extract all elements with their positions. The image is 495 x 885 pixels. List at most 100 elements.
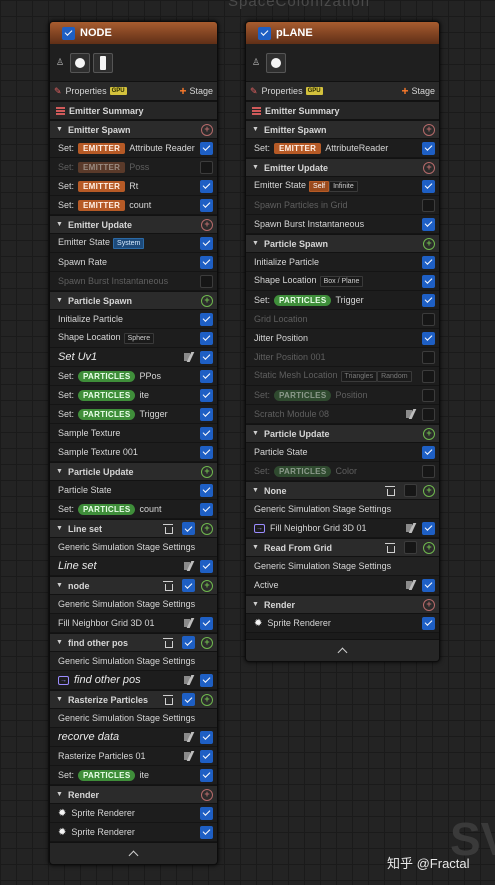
module-checkbox[interactable] [200, 160, 213, 174]
module-row[interactable]: Set: PARTICLES Position [246, 386, 439, 405]
module-row[interactable]: Shape Location Box / Plane [246, 272, 439, 291]
module-row[interactable]: Set: EMITTER Rt [50, 177, 217, 196]
module-checkbox[interactable] [200, 179, 213, 193]
renderer-checkbox[interactable] [200, 825, 213, 839]
add-renderer-button[interactable]: + [423, 598, 435, 611]
module-row[interactable]: recorve data [50, 728, 217, 747]
module-checkbox[interactable] [422, 255, 435, 269]
module-checkbox[interactable] [422, 198, 435, 212]
module-checkbox[interactable] [422, 578, 435, 592]
emitter-summary[interactable]: Emitter Summary [246, 101, 439, 120]
section-read-from-grid[interactable]: ▼ Read From Grid + [246, 538, 439, 557]
module-checkbox[interactable] [200, 388, 213, 402]
module-checkbox[interactable] [422, 274, 435, 288]
module-row[interactable]: Generic Simulation Stage Settings [50, 595, 217, 614]
module-row[interactable]: Line set [50, 557, 217, 576]
module-row[interactable]: Set: PARTICLES Color [246, 462, 439, 481]
node-thumbnail-mesh[interactable] [93, 52, 113, 73]
add-module-button[interactable]: + [201, 636, 213, 649]
add-stage-button[interactable]: + Stage [179, 84, 213, 98]
module-checkbox[interactable] [422, 445, 435, 459]
section-rasterize-particles[interactable]: ▼ Rasterize Particles + [50, 690, 217, 709]
module-row[interactable]: Set: PARTICLES count [50, 500, 217, 519]
stage-checkbox[interactable] [404, 541, 417, 554]
module-checkbox[interactable] [200, 331, 213, 345]
renderer-row[interactable]: ✹ Sprite Renderer [246, 614, 439, 633]
section-find-other-pos[interactable]: ▼ find other pos + [50, 633, 217, 652]
edit-scratch-icon[interactable] [406, 409, 417, 419]
node-header[interactable]: NODE [50, 22, 217, 44]
module-row[interactable]: Fill Neighbor Grid 3D 01 [50, 614, 217, 633]
module-checkbox[interactable] [422, 350, 435, 364]
module-row[interactable]: → Fill Neighbor Grid 3D 01 [246, 519, 439, 538]
edit-scratch-icon[interactable] [184, 352, 195, 362]
edit-scratch-icon[interactable] [184, 732, 195, 742]
add-module-button[interactable]: + [423, 237, 435, 250]
add-module-button[interactable]: + [423, 161, 435, 174]
module-row[interactable]: Generic Simulation Stage Settings [50, 709, 217, 728]
module-row[interactable]: Set Uv1 [50, 348, 217, 367]
module-checkbox[interactable] [200, 350, 213, 364]
trash-icon[interactable] [163, 694, 173, 705]
module-checkbox[interactable] [200, 445, 213, 459]
add-renderer-button[interactable]: + [201, 788, 213, 801]
section-render[interactable]: ▼ Render + [50, 785, 217, 804]
section-emitter-spawn[interactable]: ▼ Emitter Spawn + [50, 120, 217, 139]
renderer-row[interactable]: ✹ Sprite Renderer [50, 804, 217, 823]
stage-checkbox[interactable] [182, 522, 195, 535]
module-row[interactable]: Particle State [246, 443, 439, 462]
node-enable-checkbox[interactable] [62, 26, 75, 40]
module-row[interactable]: Set: EMITTER AttributeReader [246, 139, 439, 158]
stage-checkbox[interactable] [182, 636, 195, 649]
module-row[interactable]: Set: PARTICLES ite [50, 766, 217, 785]
add-module-button[interactable]: + [201, 465, 213, 478]
module-checkbox[interactable] [200, 274, 213, 288]
section-particle-update[interactable]: ▼ Particle Update + [50, 462, 217, 481]
module-checkbox[interactable] [422, 312, 435, 326]
stage-checkbox[interactable] [182, 579, 195, 592]
module-checkbox[interactable] [200, 730, 213, 744]
stage-checkbox[interactable] [182, 693, 195, 706]
module-checkbox[interactable] [422, 521, 435, 535]
module-row[interactable]: Scratch Module 08 [246, 405, 439, 424]
renderer-checkbox[interactable] [422, 616, 435, 630]
section-render[interactable]: ▼ Render + [246, 595, 439, 614]
plane-thumbnail-sprite[interactable] [266, 52, 286, 73]
module-checkbox[interactable] [200, 673, 213, 687]
module-row[interactable]: Emitter State System [50, 234, 217, 253]
module-checkbox[interactable] [200, 616, 213, 630]
module-row[interactable]: Set: PARTICLES PPos [50, 367, 217, 386]
add-stage-button[interactable]: + Stage [401, 84, 435, 98]
add-module-button[interactable]: + [201, 522, 213, 535]
module-row[interactable]: Set: EMITTER Attribute Reader [50, 139, 217, 158]
module-row[interactable]: Generic Simulation Stage Settings [50, 652, 217, 671]
renderer-row[interactable]: ✹ Sprite Renderer [50, 823, 217, 842]
module-checkbox[interactable] [422, 388, 435, 402]
section-none[interactable]: ▼ None + [246, 481, 439, 500]
module-checkbox[interactable] [200, 559, 213, 573]
renderer-checkbox[interactable] [200, 806, 213, 820]
module-checkbox[interactable] [200, 407, 213, 421]
collapse-plane-button[interactable] [246, 639, 439, 661]
plane-properties-row[interactable]: ✎ Properties GPU + Stage [246, 82, 439, 101]
module-checkbox[interactable] [422, 331, 435, 345]
trash-icon[interactable] [163, 523, 173, 534]
node-thumbnail-sprite[interactable] [70, 52, 90, 73]
module-row[interactable]: Set: PARTICLES Trigger [246, 291, 439, 310]
module-checkbox[interactable] [422, 407, 435, 421]
module-row[interactable]: Set: PARTICLES ite [50, 386, 217, 405]
module-row[interactable]: Spawn Burst Instantaneous [246, 215, 439, 234]
section-emitter-update[interactable]: ▼ Emitter Update + [50, 215, 217, 234]
edit-scratch-icon[interactable] [406, 580, 417, 590]
add-module-button[interactable]: + [423, 541, 435, 554]
collapse-node-button[interactable] [50, 842, 217, 864]
module-checkbox[interactable] [422, 141, 435, 155]
module-checkbox[interactable] [422, 217, 435, 231]
module-row[interactable]: Generic Simulation Stage Settings [50, 538, 217, 557]
module-row[interactable]: Initialize Particle [50, 310, 217, 329]
add-module-button[interactable]: + [201, 218, 213, 231]
module-row[interactable]: Static Mesh Location Triangles Random [246, 367, 439, 386]
module-row[interactable]: Set: EMITTER count [50, 196, 217, 215]
module-row[interactable]: Spawn Particles in Grid [246, 196, 439, 215]
module-checkbox[interactable] [200, 426, 213, 440]
